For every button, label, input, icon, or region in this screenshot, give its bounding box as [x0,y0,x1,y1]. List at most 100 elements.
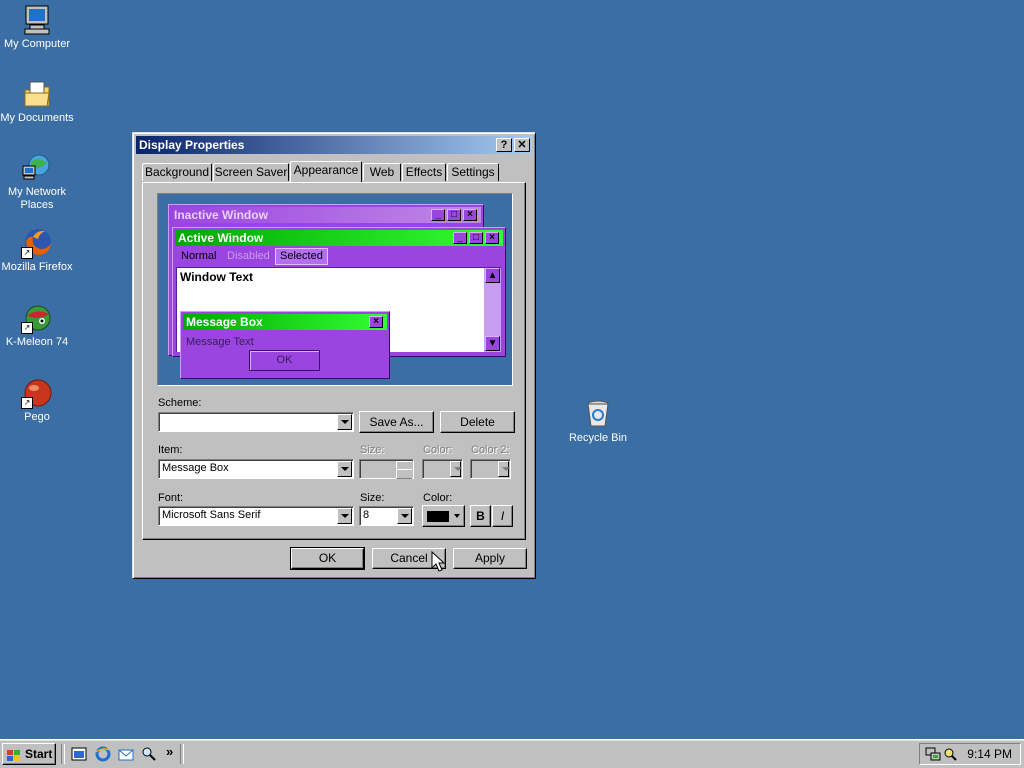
item-color-label: Color: [423,444,453,456]
pego-icon: ↗ [21,377,53,409]
menu-normal: Normal [181,250,217,262]
chevron-down-icon[interactable] [337,508,352,524]
taskbar-divider [180,744,184,764]
tab-screen-saver[interactable]: Screen Saver [213,163,289,181]
desktop-icon-label: My Network Places [7,186,67,211]
item-size-spinner [359,459,414,479]
desktop-icon-network-places[interactable]: My Network Places [0,152,77,212]
show-desktop-icon[interactable] [71,746,87,762]
search-tray-icon[interactable] [942,746,958,762]
computer-icon [21,4,53,36]
window-text: Window Text [180,270,253,284]
preview-msgbox-title: Message Box × [183,314,387,330]
quick-launch-chevron[interactable]: » [166,744,173,759]
desktop-icon-label: My Documents [0,112,74,124]
menu-selected: Selected [275,248,328,265]
minimize-icon: _ [453,232,467,244]
bold-button[interactable]: B [470,505,491,527]
scheme-dropdown[interactable] [158,412,354,432]
font-size-dropdown[interactable]: 8 [359,506,414,526]
desktop-icon-label: Mozilla Firefox [1,261,73,273]
title-bar[interactable]: Display Properties ? ✕ [136,136,532,154]
message-text: Message Text [186,336,254,348]
documents-folder-icon [21,78,53,110]
taskbar-divider [61,744,65,764]
desktop-icon-k-meleon[interactable]: ↗ K-Meleon 74 [0,302,77,349]
item-size-label: Size: [360,444,385,456]
preview-msgbox-title-text: Message Box [186,315,263,329]
font-color-label: Color: [423,492,453,504]
mouse-cursor-icon [431,551,445,572]
desktop-icon-my-computer[interactable]: My Computer [0,4,77,51]
preview-msgbox-ok: OK [249,350,320,371]
item-color2-picker [470,459,511,479]
preview-inactive-title-text: Inactive Window [174,208,268,222]
desktop-icon-my-documents[interactable]: My Documents [0,78,77,125]
desktop-icon-recycle-bin[interactable]: Recycle Bin [558,398,638,445]
shortcut-arrow-icon: ↗ [21,322,33,334]
desktop-icon-pego[interactable]: ↗ Pego [0,377,77,424]
item-color2-label: Color 2: [471,444,510,456]
chevron-down-icon[interactable] [337,461,352,477]
k-meleon-icon: ↗ [21,302,53,334]
window-title: Display Properties [139,138,245,152]
font-color-swatch [427,511,449,522]
recycle-bin-icon [582,398,614,430]
desktop-icon-label: Recycle Bin [568,432,628,444]
chevron-down-icon[interactable] [397,508,412,524]
ok-button[interactable]: OK [290,547,365,570]
italic-button[interactable]: I [492,505,513,527]
spinner-down-icon [396,469,412,479]
close-icon: × [463,209,477,221]
chevron-down-icon [454,514,460,518]
delete-button[interactable]: Delete [440,411,515,433]
tab-settings[interactable]: Settings [447,163,499,181]
desktop-icon-label: K-Meleon 74 [5,336,69,348]
shortcut-arrow-icon: ↗ [21,397,33,409]
tab-effects[interactable]: Effects [402,163,446,181]
close-button[interactable]: ✕ [514,138,530,152]
item-value: Message Box [162,462,229,474]
font-value: Microsoft Sans Serif [162,509,261,521]
preview-message-box: Message Box × Message Text OK [180,311,390,379]
scroll-down-icon: ▼ [485,336,500,351]
tab-strip: Background Screen Saver Appearance Web E… [142,161,527,183]
save-as-button[interactable]: Save As... [359,411,434,433]
apply-button[interactable]: Apply [453,548,527,569]
preview-active-title: Active Window _ □ × [175,230,503,246]
help-button[interactable]: ? [496,138,512,152]
close-icon: × [369,316,383,328]
tab-web[interactable]: Web [363,163,401,181]
desktop-icon-label: Pego [24,411,50,423]
preview-menu-bar: Normal Disabled Selected [175,248,503,265]
display-properties-window: Display Properties ? ✕ Background Screen… [132,132,536,579]
outlook-express-icon[interactable] [118,746,134,762]
start-button[interactable]: Start [2,743,56,765]
tab-appearance[interactable]: Appearance [290,161,362,182]
firefox-icon: ↗ [21,227,53,259]
network-tray-icon[interactable] [925,746,941,762]
taskbar: Start » 9:14 PM [0,739,1024,768]
font-size-value: 8 [363,509,370,521]
scheme-preview[interactable]: Inactive Window _ □ × Active Window _ □ … [157,193,513,386]
clock[interactable]: 9:14 PM [967,747,1012,761]
font-dropdown[interactable]: Microsoft Sans Serif [158,506,354,526]
item-dropdown[interactable]: Message Box [158,459,354,479]
font-label: Font: [158,492,184,504]
close-icon: × [485,232,499,244]
preview-scrollbar: ▲ ▼ [484,268,501,352]
desktop-icon-firefox[interactable]: ↗ Mozilla Firefox [0,227,77,274]
preview-active-title-text: Active Window [178,231,264,245]
font-size-label: Size: [360,492,385,504]
system-tray: 9:14 PM [919,743,1021,765]
chevron-down-icon[interactable] [337,414,352,430]
shortcut-arrow-icon: ↗ [21,247,33,259]
tab-background[interactable]: Background [142,163,212,181]
font-color-picker[interactable] [422,505,465,527]
scheme-label: Scheme: [158,397,202,409]
internet-explorer-icon[interactable] [95,746,111,762]
chevron-down-icon [498,461,510,477]
maximize-icon: □ [469,232,483,244]
search-icon[interactable] [141,746,157,762]
item-color-picker [422,459,463,479]
